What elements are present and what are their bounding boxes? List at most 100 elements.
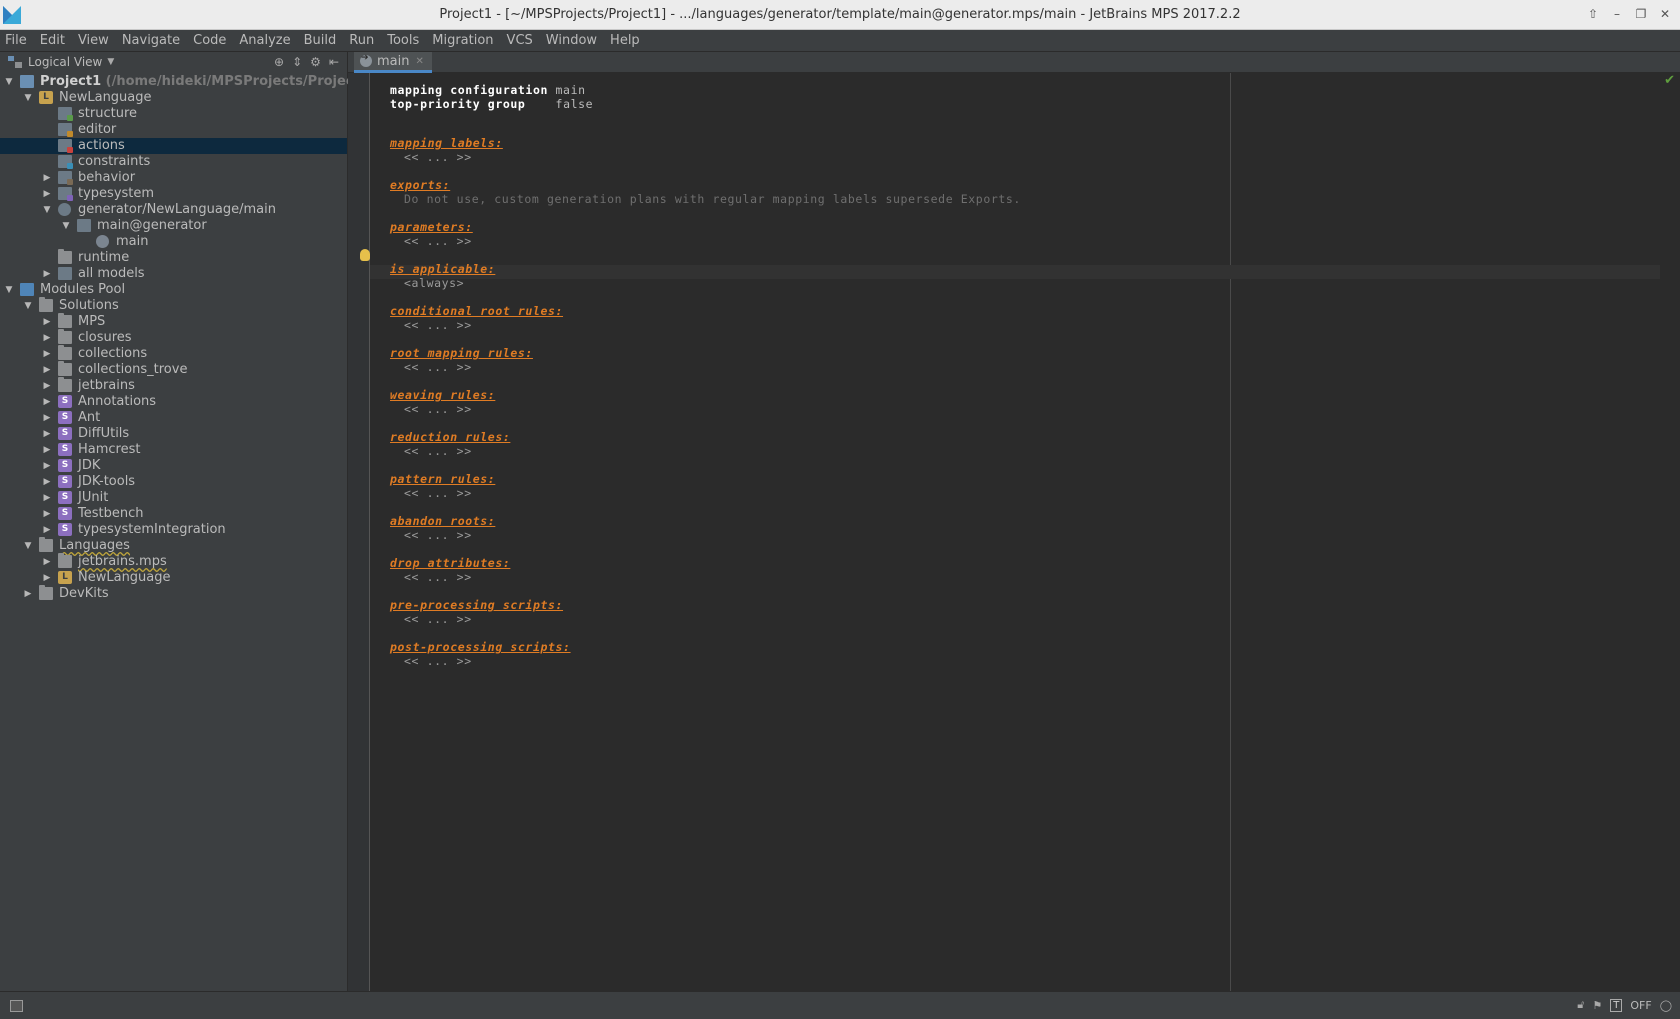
collapsed-arrow-icon[interactable]: ▶ <box>42 378 52 394</box>
tree-item[interactable]: ▶ behavior <box>0 170 347 186</box>
collapsed-arrow-icon[interactable]: ▶ <box>42 170 52 186</box>
menu-run[interactable]: Run <box>349 33 374 48</box>
tree-item[interactable]: ▶ typesystem <box>0 186 347 202</box>
settings-gear-icon[interactable]: ⚙ <box>310 55 321 69</box>
tree-item[interactable]: ▶ jetbrains.mps <box>0 553 347 570</box>
tree-item[interactable]: ▼ generator/NewLanguage/main <box>0 202 347 218</box>
expanded-arrow-icon[interactable]: ▼ <box>23 90 33 106</box>
collapsed-arrow-icon[interactable]: ▶ <box>42 186 52 202</box>
mapping-configuration-name[interactable]: main <box>556 83 586 97</box>
collapse-all-icon[interactable]: ⇕ <box>292 55 302 69</box>
notifications-icon[interactable]: ◯ <box>1660 999 1672 1012</box>
tree-item[interactable]: ▶ closures <box>0 329 347 346</box>
tree-item[interactable]: ▶ L NewLanguage <box>0 570 347 586</box>
tree-item[interactable]: ▼ Modules Pool <box>0 282 347 298</box>
view-dropdown-icon[interactable]: ▼ <box>107 57 114 67</box>
collapsed-arrow-icon[interactable]: ▶ <box>42 266 52 282</box>
tree-item[interactable]: actions <box>0 138 347 154</box>
tree-item[interactable]: ▼ Project1 (/home/hideki/MPSProjects/Proj… <box>0 74 375 90</box>
tree-item[interactable]: ▼ main@generator <box>0 218 347 234</box>
collapsed-arrow-icon[interactable]: ▶ <box>42 522 52 538</box>
tree-item[interactable]: editor <box>0 122 347 138</box>
tree-item[interactable]: ▶ S Testbench <box>0 506 347 522</box>
lock-icon[interactable]: 🔓︎ <box>1577 998 1584 1012</box>
tab-close-icon[interactable]: ✕ <box>415 56 423 67</box>
menu-file[interactable]: File <box>5 33 27 48</box>
section-placeholder[interactable]: << ... >> <box>404 234 472 248</box>
section-placeholder[interactable]: << ... >> <box>404 654 472 668</box>
expanded-arrow-icon[interactable]: ▼ <box>23 538 33 554</box>
expanded-arrow-icon[interactable]: ▼ <box>42 202 52 218</box>
collapsed-arrow-icon[interactable]: ▶ <box>42 554 52 570</box>
scroll-from-source-icon[interactable]: ⊕ <box>274 55 284 69</box>
transient-toggle-icon[interactable]: T <box>1610 998 1623 1012</box>
window-close-icon[interactable]: ✕ <box>1656 6 1674 22</box>
hide-panel-icon[interactable]: ⇤ <box>329 55 339 69</box>
tab-main[interactable]: main ✕ <box>354 52 432 73</box>
collapsed-arrow-icon[interactable]: ▶ <box>42 426 52 442</box>
tree-item[interactable]: ▶ jetbrains <box>0 377 347 394</box>
collapsed-arrow-icon[interactable]: ▶ <box>42 362 52 378</box>
expanded-arrow-icon[interactable]: ▼ <box>61 218 71 234</box>
tree-item[interactable]: main <box>0 234 347 250</box>
menu-edit[interactable]: Edit <box>40 33 65 48</box>
top-priority-value[interactable]: false <box>556 97 594 111</box>
tree-item[interactable]: ▼ Languages <box>0 537 347 554</box>
section-placeholder[interactable]: <always> <box>404 276 464 290</box>
collapsed-arrow-icon[interactable]: ▶ <box>23 586 33 602</box>
tree-item[interactable]: ▼ Solutions <box>0 297 347 314</box>
tree-item[interactable]: ▶ MPS <box>0 313 347 330</box>
window-up-icon[interactable]: ⇧ <box>1584 6 1602 22</box>
collapsed-arrow-icon[interactable]: ▶ <box>42 506 52 522</box>
tree-item[interactable]: ▶ collections_trove <box>0 361 347 378</box>
tree-item[interactable]: constraints <box>0 154 347 170</box>
collapsed-arrow-icon[interactable]: ▶ <box>42 314 52 330</box>
section-placeholder[interactable]: << ... >> <box>404 150 472 164</box>
section-placeholder[interactable]: << ... >> <box>404 528 472 542</box>
menu-navigate[interactable]: Navigate <box>122 33 180 48</box>
section-placeholder[interactable]: << ... >> <box>404 612 472 626</box>
collapsed-arrow-icon[interactable]: ▶ <box>42 490 52 506</box>
menu-help[interactable]: Help <box>610 33 640 48</box>
collapsed-arrow-icon[interactable]: ▶ <box>42 330 52 346</box>
menu-view[interactable]: View <box>78 33 109 48</box>
editor-area[interactable]: ✔ mapping configuration main top-priorit… <box>348 73 1680 991</box>
menu-window[interactable]: Window <box>546 33 597 48</box>
menu-vcs[interactable]: VCS <box>507 33 533 48</box>
intention-bulb-icon[interactable] <box>360 249 370 261</box>
tree-item[interactable]: runtime <box>0 249 347 266</box>
collapsed-arrow-icon[interactable]: ▶ <box>42 410 52 426</box>
menu-build[interactable]: Build <box>304 33 337 48</box>
tree-item[interactable]: ▶ collections <box>0 345 347 362</box>
tree-item[interactable]: ▼ L NewLanguage <box>0 90 347 106</box>
toggle-tool-windows-icon[interactable] <box>10 1000 23 1012</box>
collapsed-arrow-icon[interactable]: ▶ <box>42 394 52 410</box>
tree-item[interactable]: ▶ S Ant <box>0 410 347 426</box>
section-placeholder[interactable]: << ... >> <box>404 486 472 500</box>
collapsed-arrow-icon[interactable]: ▶ <box>42 458 52 474</box>
collapsed-arrow-icon[interactable]: ▶ <box>42 442 52 458</box>
menu-code[interactable]: Code <box>193 33 226 48</box>
expanded-arrow-icon[interactable]: ▼ <box>4 74 14 90</box>
section-description[interactable]: Do not use, custom generation plans with… <box>404 192 1021 206</box>
expanded-arrow-icon[interactable]: ▼ <box>4 282 14 298</box>
menu-tools[interactable]: Tools <box>387 33 419 48</box>
section-placeholder[interactable]: << ... >> <box>404 318 472 332</box>
view-selector[interactable]: Logical View <box>28 55 102 69</box>
window-maximize-icon[interactable]: ❐ <box>1632 6 1650 22</box>
menu-analyze[interactable]: Analyze <box>239 33 290 48</box>
tree-item[interactable]: ▶ S JDK <box>0 458 347 474</box>
tree-item[interactable]: structure <box>0 106 347 122</box>
menu-migration[interactable]: Migration <box>432 33 493 48</box>
window-minimize-icon[interactable]: – <box>1608 6 1626 22</box>
tree-item[interactable]: ▶ all models <box>0 266 347 282</box>
section-placeholder[interactable]: << ... >> <box>404 444 472 458</box>
section-placeholder[interactable]: << ... >> <box>404 360 472 374</box>
inspector-icon[interactable]: ⚑ <box>1592 999 1602 1012</box>
collapsed-arrow-icon[interactable]: ▶ <box>42 346 52 362</box>
collapsed-arrow-icon[interactable]: ▶ <box>42 570 52 586</box>
tree-item[interactable]: ▶ DevKits <box>0 585 347 602</box>
tree-item[interactable]: ▶ S DiffUtils <box>0 426 347 442</box>
tree-item[interactable]: ▶ S JUnit <box>0 490 347 506</box>
collapsed-arrow-icon[interactable]: ▶ <box>42 474 52 490</box>
